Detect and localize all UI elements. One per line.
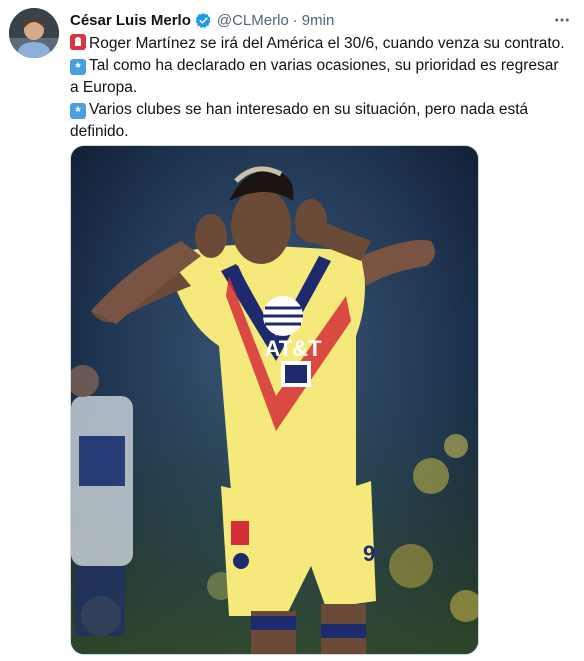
tweet-line-text: Roger Martínez se irá del América el 30/… [89,35,565,52]
jersey-number-text: 9 [363,541,375,566]
tweet-line: * Tal como ha declarado en varias ocasion… [70,55,570,99]
tweet-card[interactable]: César Luis Merlo @CLMerlo · 9min Roger M… [0,0,584,661]
tweet-text: Roger Martínez se irá del América el 30/… [70,33,570,143]
tweet-line-text: Varios clubes se han interesado en su si… [70,101,529,140]
tweet-line: Roger Martínez se irá del América el 30/… [70,33,570,55]
tweet-line: * Varios clubes se han interesado en su s… [70,99,570,143]
author-name[interactable]: César Luis Merlo [70,12,191,29]
more-horizontal-icon[interactable] [552,10,572,30]
tweet-photo[interactable]: AT&T 9 [70,145,479,655]
header-separator: · [292,11,298,29]
jersey-sponsor-text: AT&T [264,336,322,361]
asterisk-icon: * [70,103,86,119]
tweet-line-text: Tal como ha declarado en varias ocasione… [70,57,559,96]
tweet-header: César Luis Merlo @CLMerlo · 9min [70,10,334,30]
author-handle[interactable]: @CLMerlo [217,12,289,29]
verified-badge-icon [195,12,212,29]
tweet-timestamp[interactable]: 9min [302,12,335,29]
siren-icon [70,34,86,50]
author-avatar[interactable] [9,8,59,58]
asterisk-icon: * [70,59,86,75]
